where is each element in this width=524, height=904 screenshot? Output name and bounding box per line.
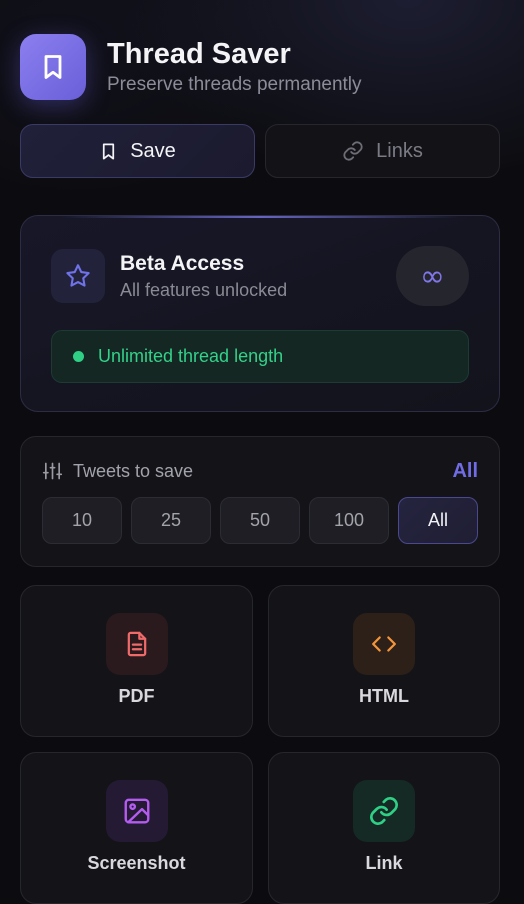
beta-title: Beta Access (120, 252, 245, 275)
format-link-button[interactable]: Link (268, 752, 500, 904)
count-option-100[interactable]: 100 (309, 497, 389, 544)
link-icon (343, 141, 363, 161)
format-screenshot-button[interactable]: Screenshot (20, 752, 253, 904)
beta-subtitle: All features unlocked (120, 280, 288, 300)
app-title: Thread Saver (107, 38, 291, 70)
beta-text: Beta Access All features unlocked (120, 251, 396, 301)
star-icon (66, 264, 90, 287)
count-option-all[interactable]: All (398, 497, 478, 544)
html-icon-box (353, 613, 415, 675)
tweets-to-save-card: Tweets to save All 10 25 50 100 All (20, 436, 500, 567)
app-container: Thread Saver Preserve threads permanentl… (20, 34, 500, 904)
document-icon (127, 631, 146, 657)
tweet-count-options: 10 25 50 100 All (42, 497, 478, 544)
count-option-10[interactable]: 10 (42, 497, 122, 544)
tab-links-label: Links (376, 139, 423, 162)
format-html-label: HTML (359, 686, 409, 706)
count-option-25[interactable]: 25 (131, 497, 211, 544)
format-screenshot-label: Screenshot (87, 853, 186, 873)
tab-save[interactable]: Save (20, 124, 255, 178)
pdf-icon-box (105, 613, 168, 675)
format-pdf-label: PDF (118, 686, 155, 706)
infinity-badge: ∞ (396, 246, 469, 306)
star-badge (51, 249, 105, 303)
tweets-label: Tweets to save (73, 460, 194, 481)
header-text: Thread Saver Preserve threads permanentl… (107, 37, 362, 97)
format-link-label: Link (365, 853, 403, 873)
beta-access-card: Beta Access All features unlocked ∞ Unli… (20, 215, 500, 412)
unlimited-length-text: Unlimited thread length (98, 346, 284, 366)
beta-access-row: Beta Access All features unlocked ∞ (51, 246, 469, 306)
tab-links[interactable]: Links (265, 124, 500, 178)
tweets-header: Tweets to save All (42, 459, 478, 483)
app-logo (20, 34, 86, 100)
tweets-selected-value: All (452, 459, 478, 482)
tab-save-label: Save (130, 139, 176, 162)
format-grid: PDF HTML Screenshot Link (20, 585, 500, 904)
link-icon (370, 797, 398, 825)
app-subtitle: Preserve threads permanently (107, 74, 362, 95)
unlimited-length-banner: Unlimited thread length (51, 330, 469, 383)
format-html-button[interactable]: HTML (268, 585, 500, 737)
link-icon-box (353, 780, 415, 842)
screenshot-icon-box (105, 780, 168, 842)
image-icon (124, 798, 149, 824)
app-header: Thread Saver Preserve threads permanentl… (20, 34, 500, 100)
count-option-50[interactable]: 50 (220, 497, 300, 544)
bookmark-icon (44, 55, 62, 79)
status-dot (73, 351, 84, 362)
code-icon (372, 636, 396, 652)
format-pdf-button[interactable]: PDF (20, 585, 253, 737)
tab-bar: Save Links (20, 124, 500, 178)
sliders-icon (42, 462, 63, 480)
bookmark-icon (103, 143, 115, 159)
